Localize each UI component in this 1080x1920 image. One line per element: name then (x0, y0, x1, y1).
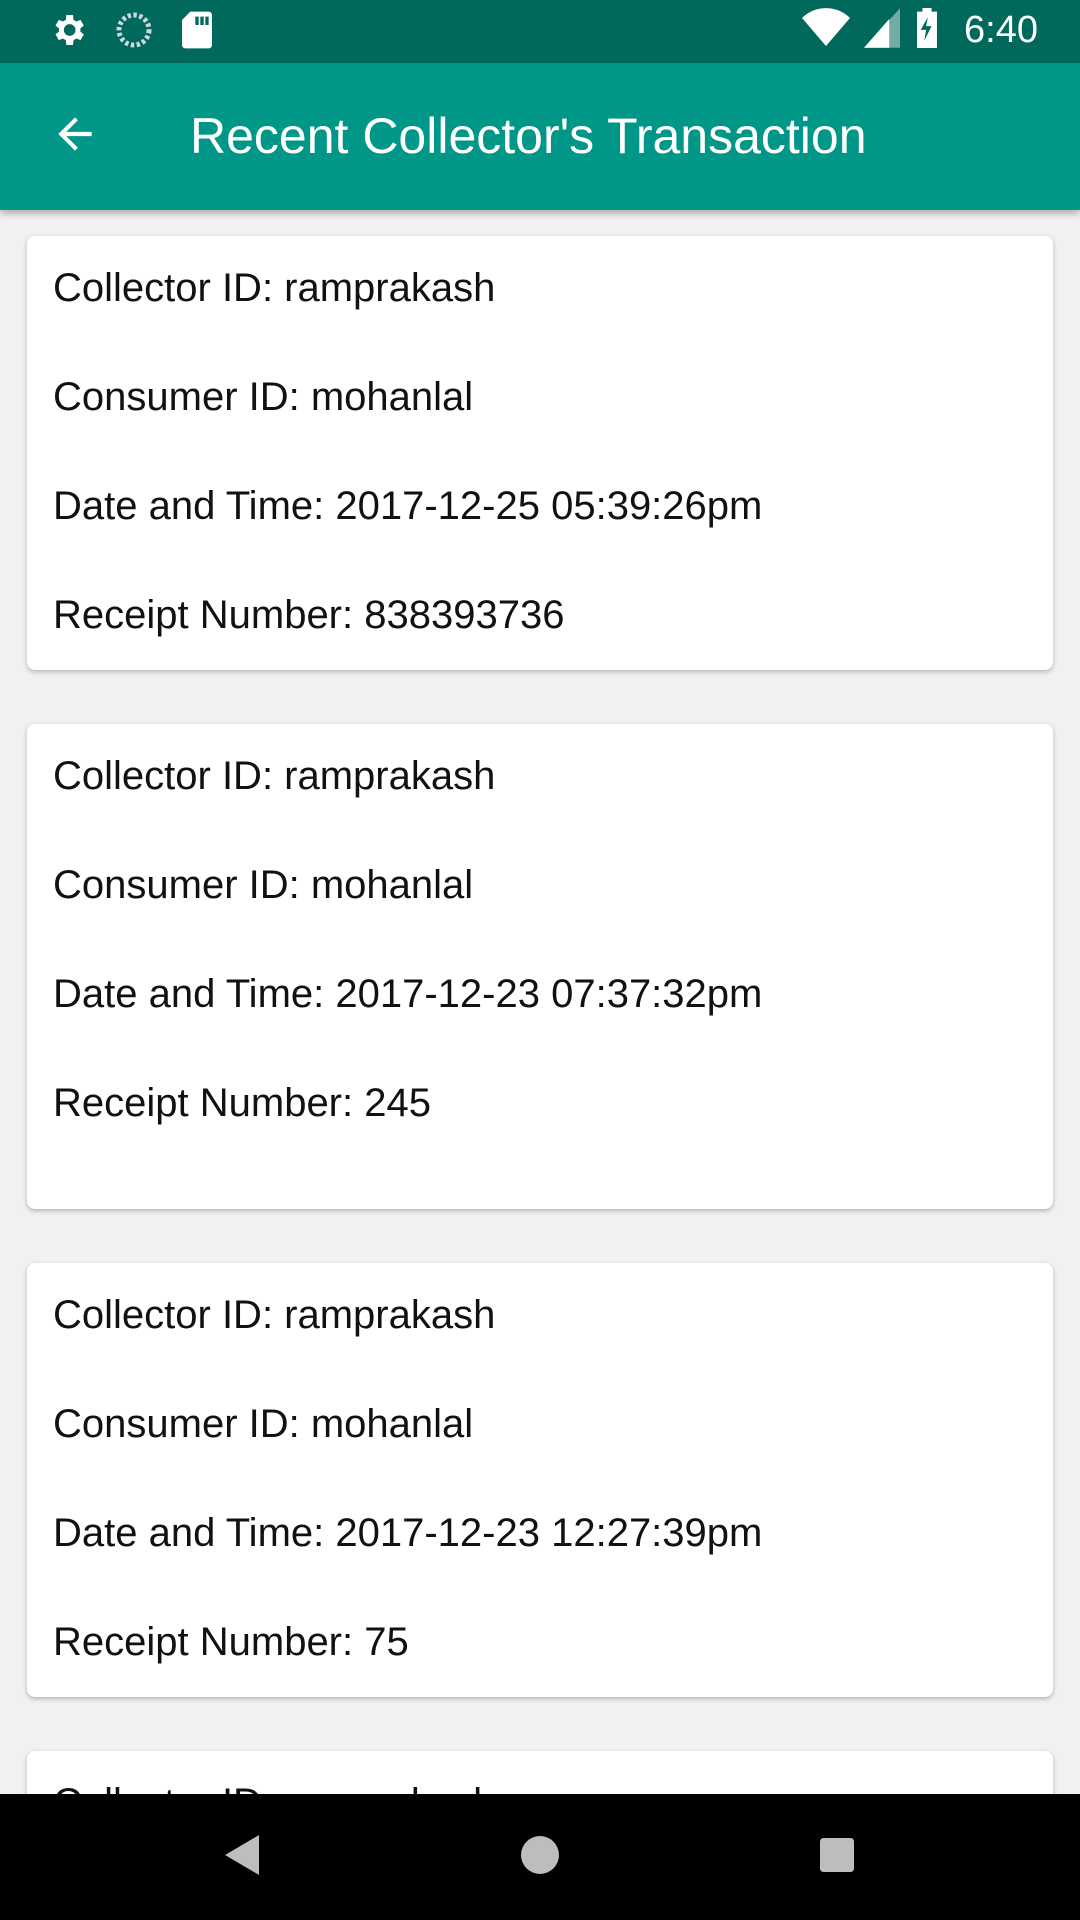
recents-square-icon (820, 1837, 854, 1877)
back-button[interactable] (40, 101, 110, 171)
transaction-card[interactable]: Collector ID: ramprakash (27, 1751, 1053, 1794)
app-bar: Recent Collector's Transaction (0, 63, 1080, 210)
consumer-id-text: Consumer ID: mohanlal (53, 863, 474, 907)
consumer-id-text: Consumer ID: mohanlal (53, 1402, 474, 1446)
nav-home-button[interactable] (515, 1832, 565, 1882)
navigation-bar (0, 1794, 1080, 1920)
battery-charging-icon (914, 8, 940, 53)
nav-back-button[interactable] (217, 1832, 267, 1882)
receipt-number-text: Receipt Number: 75 (53, 1620, 409, 1664)
date-time-text: Date and Time: 2017-12-23 07:37:32pm (53, 972, 763, 1016)
status-left-icons (48, 10, 214, 55)
date-time-text: Date and Time: 2017-12-23 12:27:39pm (53, 1511, 763, 1555)
collector-id-text: Collector ID: ramprakash (53, 1293, 496, 1337)
transaction-list[interactable]: Collector ID: ramprakash Consumer ID: mo… (0, 210, 1080, 1794)
consumer-id-text: Consumer ID: mohanlal (53, 375, 474, 419)
back-triangle-icon (225, 1834, 259, 1880)
transaction-card[interactable]: Collector ID: ramprakash Consumer ID: mo… (27, 1263, 1053, 1697)
status-right-icons: 6:40 (802, 8, 1038, 53)
home-circle-icon (521, 1835, 559, 1879)
collector-id-text: Collector ID: ramprakash (53, 1781, 495, 1794)
wifi-icon (802, 8, 851, 53)
sync-icon (114, 10, 154, 55)
transaction-card[interactable]: Collector ID: ramprakash Consumer ID: mo… (27, 724, 1053, 1209)
nav-recents-button[interactable] (812, 1832, 862, 1882)
status-bar: 6:40 (0, 0, 1080, 63)
signal-icon (864, 8, 901, 53)
receipt-number-text: Receipt Number: 245 (53, 1081, 431, 1125)
date-time-text: Date and Time: 2017-12-25 05:39:26pm (53, 484, 763, 528)
collector-id-text: Collector ID: ramprakash (53, 266, 496, 310)
transaction-card[interactable]: Collector ID: ramprakash Consumer ID: mo… (27, 236, 1053, 670)
status-time: 6:40 (964, 9, 1038, 51)
gear-icon (48, 10, 88, 55)
page-title: Recent Collector's Transaction (190, 108, 867, 164)
collector-id-text: Collector ID: ramprakash (53, 754, 496, 798)
receipt-number-text: Receipt Number: 838393736 (53, 593, 565, 637)
arrow-back-icon (50, 109, 100, 164)
sd-card-icon (180, 10, 214, 55)
